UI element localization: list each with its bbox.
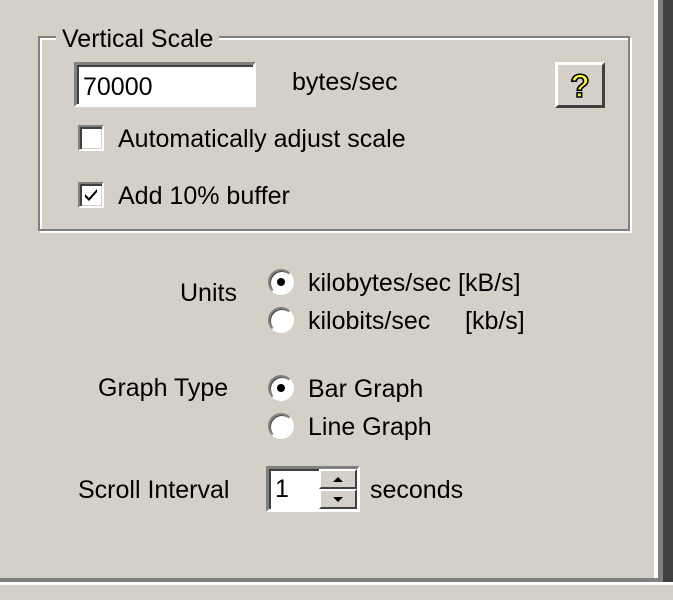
spin-buttons [319,469,357,509]
help-button[interactable]: ? [555,62,605,108]
arrow-up-icon [333,476,343,482]
units-kilobytes-radio[interactable] [268,269,294,295]
units-kilobytes-label[interactable]: kilobytes/sec [kB/s] [308,268,521,298]
radio-selected-dot [277,278,285,286]
units-label: Units [180,279,237,307]
vertical-scale-title: Vertical Scale [56,24,220,54]
vertical-scale-unit-label: bytes/sec [292,68,398,96]
auto-adjust-checkbox[interactable] [78,125,104,151]
auto-adjust-label[interactable]: Automatically adjust scale [118,124,406,154]
add-buffer-checkbox[interactable] [78,182,104,208]
scroll-interval-label: Scroll Interval [78,476,230,504]
units-kilobits-label[interactable]: kilobits/sec [kb/s] [308,306,525,336]
dialog-right-outer [663,0,673,600]
radio-selected-dot [277,384,285,392]
spin-down-button[interactable] [319,489,357,509]
line-graph-label[interactable]: Line Graph [308,412,432,442]
add-buffer-label[interactable]: Add 10% buffer [118,181,290,211]
dialog-bottom-border [0,582,673,600]
scroll-interval-unit: seconds [370,476,464,504]
spin-up-button[interactable] [319,469,357,489]
dialog-top-edge [0,0,654,6]
scroll-interval-value[interactable]: 1 [275,474,289,504]
line-graph-radio[interactable] [268,413,294,439]
graph-type-label: Graph Type [98,374,229,402]
units-kilobits-radio[interactable] [268,307,294,333]
scroll-interval-spinner[interactable]: 1 [266,466,360,512]
settings-dialog: Vertical Scale bytes/sec ? Automatically… [0,0,673,600]
arrow-down-icon [333,496,343,502]
question-help-icon: ? [569,68,590,102]
bar-graph-label[interactable]: Bar Graph [308,374,423,404]
checkmark-icon [85,189,97,201]
svg-text:?: ? [570,68,590,102]
vertical-scale-input[interactable] [74,62,256,107]
bar-graph-radio[interactable] [268,375,294,401]
